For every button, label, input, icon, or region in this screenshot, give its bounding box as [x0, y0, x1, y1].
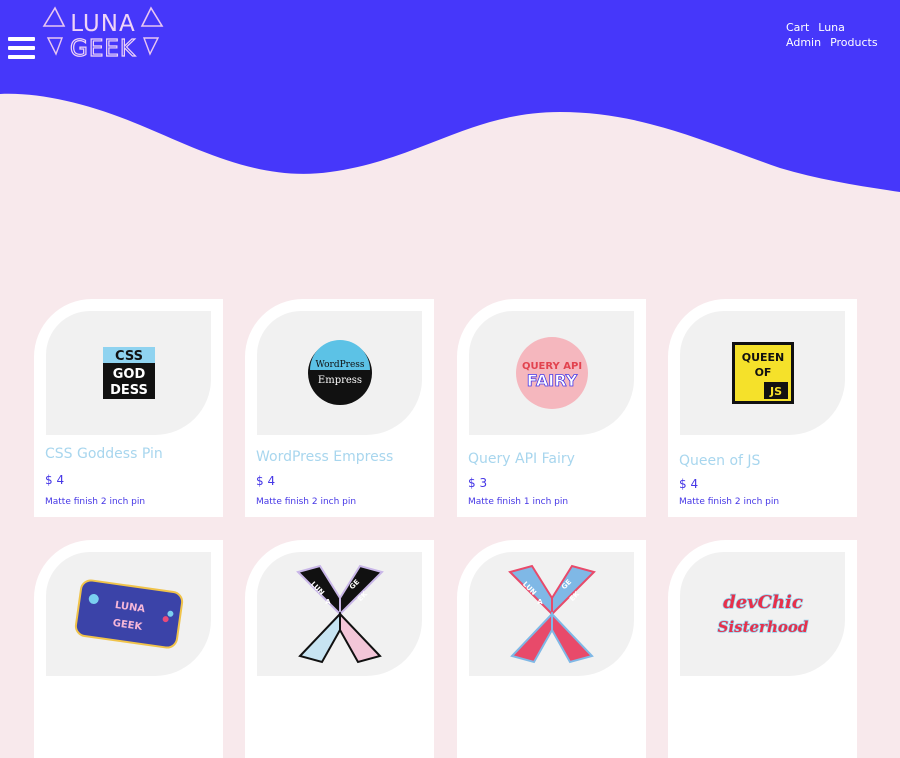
queen-of-js-pin-image: QUEEN OF JS	[731, 342, 794, 404]
product-card[interactable]: LUNA GEEK	[34, 540, 223, 758]
product-name[interactable]: CSS Goddess Pin	[45, 446, 163, 462]
devchic-sisterhood-sticker-image: devChic Sisterhood	[716, 591, 809, 636]
hamburger-menu-icon[interactable]	[8, 37, 36, 59]
product-description: Matte finish 2 inch pin	[256, 497, 357, 507]
product-card[interactable]: LUN A GE EK	[245, 540, 434, 758]
logo-line2: GEEK	[70, 36, 136, 60]
svg-text:JS: JS	[768, 385, 781, 398]
product-card[interactable]: QUEEN OF JS Queen of JS $ 4 Matte finish…	[668, 299, 857, 517]
svg-text:QUEEN: QUEEN	[741, 351, 784, 364]
svg-text:Sisterhood: Sisterhood	[717, 618, 808, 636]
nav-products-link[interactable]: Products	[830, 35, 878, 50]
product-image[interactable]: WordPress Empress	[257, 311, 422, 435]
product-description: Matte finish 2 inch pin	[45, 497, 146, 507]
svg-text:Empress: Empress	[317, 375, 361, 386]
product-price: $ 4	[45, 473, 65, 487]
product-image[interactable]: CSS GOD DESS	[46, 311, 211, 435]
nav-luna-link[interactable]: Luna	[818, 20, 845, 35]
luna-geek-logo[interactable]: LUNA GEEK	[42, 6, 164, 60]
product-card[interactable]: WordPress Empress WordPress Empress $ 4 …	[245, 299, 434, 517]
product-image[interactable]: LUNA GEEK	[46, 552, 211, 676]
product-card[interactable]: LUN A GE EK	[457, 540, 646, 758]
logo-line1: LUNA	[70, 11, 135, 37]
svg-text:FAIRY: FAIRY	[526, 371, 577, 390]
product-description: Matte finish 1 inch pin	[468, 497, 569, 507]
wordpress-empress-pin-image: WordPress Empress	[307, 340, 372, 405]
product-image[interactable]: LUN A GE EK	[257, 552, 422, 676]
query-api-fairy-pin-image: QUERY API FAIRY	[515, 337, 588, 409]
luna-geek-console-sticker-image: LUNA GEEK	[74, 579, 183, 649]
svg-text:WordPress: WordPress	[315, 360, 364, 370]
product-name[interactable]: WordPress Empress	[256, 449, 393, 465]
svg-text:CSS: CSS	[115, 349, 143, 364]
product-description: Matte finish 2 inch pin	[679, 497, 780, 507]
svg-text:devChic: devChic	[723, 592, 803, 613]
product-price: $ 3	[468, 476, 488, 490]
svg-text:GOD: GOD	[112, 367, 145, 382]
nav-cart-link[interactable]: Cart	[786, 20, 809, 35]
svg-text:DESS: DESS	[110, 383, 148, 398]
product-image[interactable]: LUN A GE EK	[469, 552, 634, 676]
product-name[interactable]: Queen of JS	[679, 453, 760, 469]
svg-text:A: A	[537, 598, 543, 606]
svg-text:OF: OF	[754, 366, 771, 379]
luna-geek-holo-butterfly-sticker-image: LUN A GE EK	[295, 564, 384, 664]
nav-admin-link[interactable]: Admin	[786, 35, 821, 50]
product-image[interactable]: QUERY API FAIRY	[469, 311, 634, 435]
product-image[interactable]: devChic Sisterhood	[680, 552, 845, 676]
product-name[interactable]: Query API Fairy	[468, 451, 575, 467]
product-price: $ 4	[679, 477, 699, 491]
product-card[interactable]: CSS GOD DESS CSS Goddess Pin $ 4 Matte f…	[34, 299, 223, 517]
css-goddess-pin-image: CSS GOD DESS	[102, 347, 155, 399]
luna-geek-butterfly-sticker-image: LUN A GE EK	[507, 564, 596, 664]
svg-text:A: A	[325, 598, 331, 606]
product-price: $ 4	[256, 474, 276, 488]
top-nav: Cart Luna Admin Products	[786, 20, 896, 50]
product-card[interactable]: QUERY API FAIRY Query API Fairy $ 3 Matt…	[457, 299, 646, 517]
product-card[interactable]: devChic Sisterhood	[668, 540, 857, 758]
product-image[interactable]: QUEEN OF JS	[680, 311, 845, 435]
